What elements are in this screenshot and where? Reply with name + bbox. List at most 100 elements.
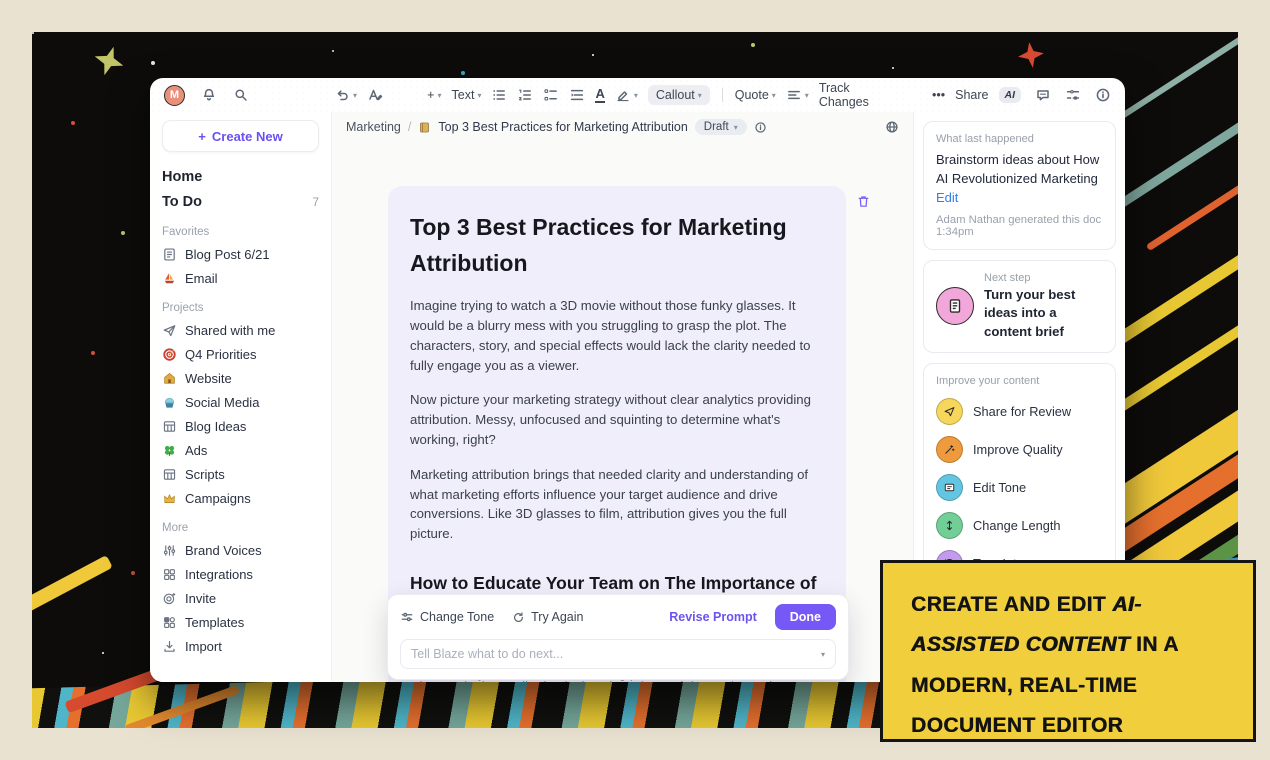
sidebar-item-blog-ideas[interactable]: Blog Ideas	[162, 414, 319, 438]
improve-item-edit-tone[interactable]: Edit Tone	[936, 474, 1103, 501]
breadcrumb-project[interactable]: Marketing	[346, 120, 401, 134]
checklist-icon[interactable]	[543, 87, 559, 103]
info-icon[interactable]	[1095, 87, 1111, 103]
sidebar-item-blog-post[interactable]: Blog Post 6/21	[162, 242, 319, 266]
change-length-icon	[936, 512, 963, 539]
text-style-icon[interactable]	[367, 87, 383, 103]
breadcrumb-doc-title[interactable]: Top 3 Best Practices for Marketing Attri…	[438, 120, 687, 134]
doc-paragraph[interactable]: Now picture your marketing strategy with…	[410, 390, 824, 449]
comments-icon[interactable]	[1035, 87, 1051, 103]
doc-title[interactable]: Top 3 Best Practices for Marketing Attri…	[410, 210, 824, 281]
search-icon[interactable]	[233, 87, 249, 103]
document-canvas[interactable]: Top 3 Best Practices for Marketing Attri…	[332, 142, 913, 682]
last-happened-meta: Adam Nathan generated this doc 1:34pm	[936, 214, 1103, 238]
sidebar-item-campaigns[interactable]: Campaigns	[162, 486, 319, 510]
quote-dropdown[interactable]: Quote▾	[735, 88, 776, 102]
breadcrumb: Marketing / Top 3 Best Practices for Mar…	[332, 112, 913, 142]
improve-item-change-length[interactable]: Change Length	[936, 512, 1103, 539]
more-options-icon[interactable]: •••	[932, 88, 945, 102]
ai-prompt-field[interactable]: ▾	[400, 639, 836, 669]
sidebar-item-invite[interactable]: Invite	[162, 586, 319, 610]
sidebar-item-todo[interactable]: To Do7	[162, 189, 319, 214]
cupcake-icon	[162, 395, 177, 410]
topbar-left: M	[164, 85, 324, 106]
ai-prompt-input[interactable]	[411, 647, 820, 661]
next-step-label: Next step	[984, 272, 1103, 284]
logo-letter: M	[170, 89, 179, 101]
sidebar: + Create New Home To Do7 Favorites Blog …	[150, 112, 332, 682]
text-type-dropdown[interactable]: Text▾	[452, 88, 482, 102]
sliders-icon	[162, 543, 177, 558]
sidebar-item-social-media[interactable]: Social Media	[162, 390, 319, 414]
comic-streak	[32, 555, 113, 619]
improve-label: Improve your content	[936, 375, 1103, 387]
sidebar-item-shared-with-me[interactable]: Shared with me	[162, 318, 319, 342]
track-changes-button[interactable]: Track Changes	[819, 81, 897, 109]
clover-icon	[162, 443, 177, 458]
doc-paragraph[interactable]: Marketing attribution brings that needed…	[410, 465, 824, 544]
create-new-label: Create New	[212, 129, 283, 144]
align-dropdown[interactable]: ▾	[786, 87, 809, 103]
sidebar-item-ads[interactable]: Ads	[162, 438, 319, 462]
change-tone-button[interactable]: Change Tone	[400, 610, 494, 624]
delete-block-icon[interactable]	[856, 194, 871, 209]
invite-icon	[162, 591, 177, 606]
chevron-down-icon[interactable]: ▾	[821, 650, 825, 659]
star-shape	[1016, 40, 1045, 69]
sidebar-item-home[interactable]: Home	[162, 164, 319, 189]
ai-panel-icon[interactable]: AI	[999, 87, 1022, 103]
last-happened-title: Brainstorm ideas about How AI Revolution…	[936, 152, 1099, 186]
doc-paragraph[interactable]: Imagine trying to watch a 3D movie witho…	[410, 296, 824, 375]
try-again-button[interactable]: Try Again	[512, 610, 583, 624]
caption-box: CREATE AND EDIT AI-ASSISTED CONTENT IN A…	[880, 560, 1256, 742]
sidebar-item-brand-voices[interactable]: Brand Voices	[162, 538, 319, 562]
globe-icon[interactable]	[885, 120, 899, 134]
comic-streak	[1116, 104, 1238, 210]
sidebar-item-templates[interactable]: Templates	[162, 610, 319, 634]
numbered-list-icon[interactable]	[517, 87, 533, 103]
poster-frame: M ▾ +▾ Text▾ A ▾ Callout▾ Quote▾ ▾ Track…	[0, 0, 1270, 760]
toolbar: M ▾ +▾ Text▾ A ▾ Callout▾ Quote▾ ▾ Track…	[150, 78, 1125, 112]
last-happened-label: What last happened	[936, 133, 1103, 145]
tasks-icon[interactable]	[1065, 87, 1081, 103]
ai-assist-popup: Change Tone Try Again Revise Prompt Done…	[387, 594, 849, 680]
sidebar-item-q4-priorities[interactable]: Q4 Priorities	[162, 342, 319, 366]
document-area: Marketing / Top 3 Best Practices for Mar…	[332, 112, 913, 682]
workspace-logo[interactable]: M	[164, 85, 185, 106]
insert-block-button[interactable]: +▾	[427, 88, 441, 102]
improve-item-improve-quality[interactable]: Improve Quality	[936, 436, 1103, 463]
highlighter-button[interactable]: ▾	[615, 87, 638, 103]
revise-prompt-button[interactable]: Revise Prompt	[669, 610, 757, 624]
grid-icon	[162, 567, 177, 582]
share-review-icon	[936, 398, 963, 425]
caption-text: CREATE AND EDIT	[911, 593, 1112, 616]
indent-list-icon[interactable]	[569, 87, 585, 103]
crown-icon	[162, 491, 177, 506]
paper-plane-icon	[162, 323, 177, 338]
content-brief-icon	[936, 287, 974, 325]
bell-icon[interactable]	[201, 87, 217, 103]
share-button[interactable]: Share	[955, 88, 988, 102]
sidebar-item-integrations[interactable]: Integrations	[162, 562, 319, 586]
refresh-icon	[512, 611, 525, 624]
status-badge[interactable]: Draft▾	[695, 119, 747, 135]
bullet-list-icon[interactable]	[491, 87, 507, 103]
more-section-label: More	[162, 522, 319, 534]
next-step-title: Turn your best ideas into a content brie…	[984, 286, 1103, 341]
last-happened-card: What last happened Brainstorm ideas abou…	[923, 121, 1116, 250]
text-color-button[interactable]: A	[595, 87, 604, 103]
document-icon	[162, 247, 177, 262]
info-icon[interactable]	[754, 121, 767, 134]
sidebar-item-scripts[interactable]: Scripts	[162, 462, 319, 486]
edit-link[interactable]: Edit	[936, 190, 958, 205]
star-shape	[90, 42, 128, 80]
done-button[interactable]: Done	[775, 604, 836, 630]
next-step-card[interactable]: Next step Turn your best ideas into a co…	[923, 260, 1116, 353]
callout-dropdown[interactable]: Callout▾	[648, 85, 710, 105]
create-new-button[interactable]: + Create New	[162, 120, 319, 152]
improve-item-share-for-review[interactable]: Share for Review	[936, 398, 1103, 425]
sidebar-item-email[interactable]: Email	[162, 266, 319, 290]
undo-button[interactable]: ▾	[334, 87, 357, 103]
sidebar-item-website[interactable]: Website	[162, 366, 319, 390]
sidebar-item-import[interactable]: Import	[162, 634, 319, 658]
